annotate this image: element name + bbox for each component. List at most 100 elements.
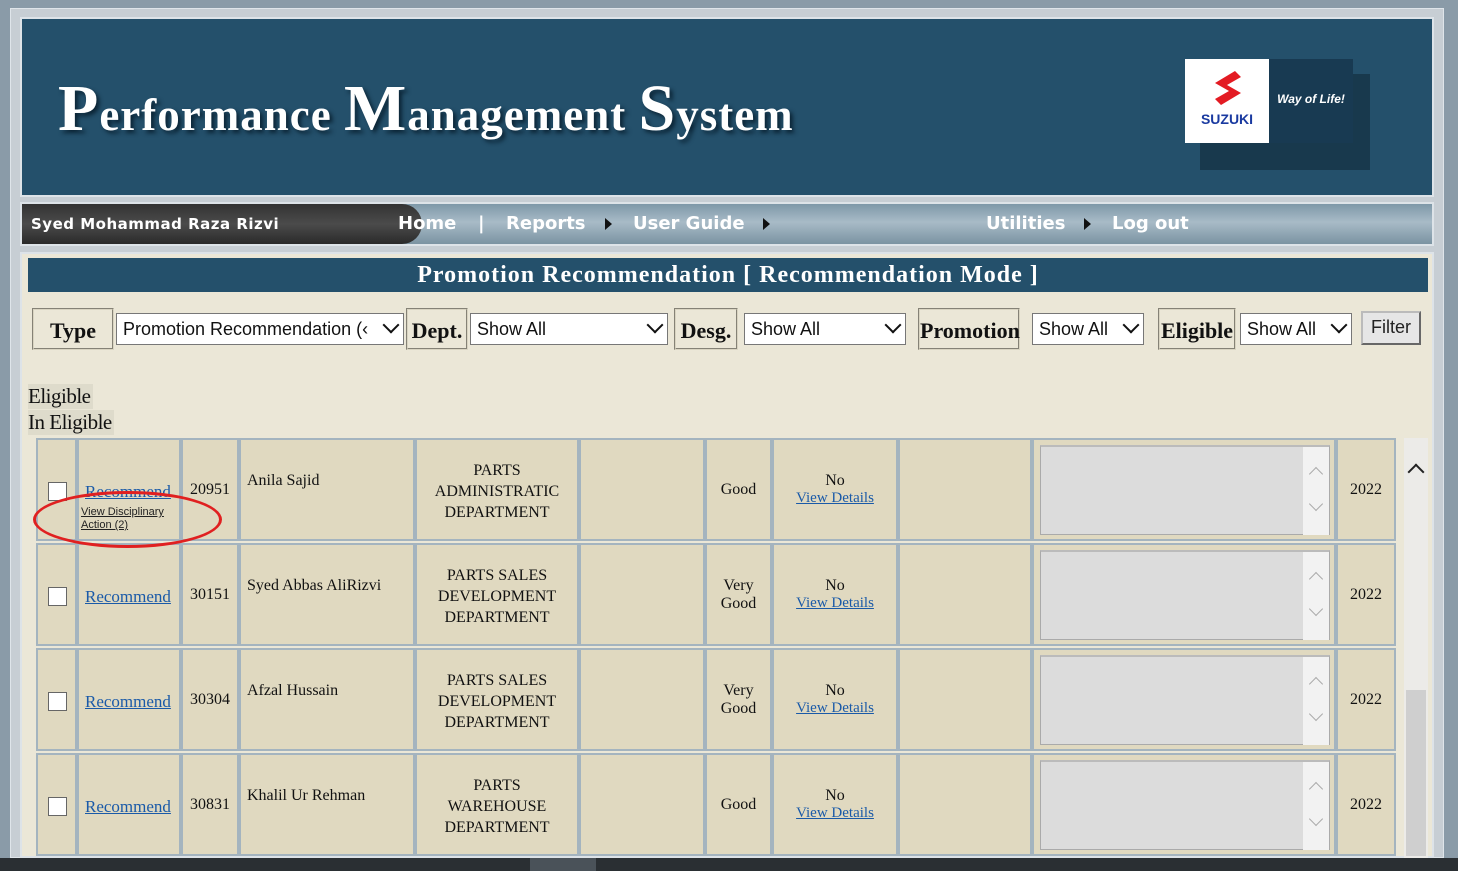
textarea-scrollbar[interactable]: [1303, 657, 1329, 745]
empty-cell: [898, 753, 1032, 856]
chevron-down-icon: [646, 316, 664, 334]
view-details-link[interactable]: View Details: [796, 805, 874, 822]
recommend-link[interactable]: Recommend: [85, 692, 171, 712]
empty-cell: [579, 438, 705, 541]
legend-eligible: Eligible: [28, 384, 93, 409]
empty-cell: [579, 753, 705, 856]
desg-label: Desg.: [674, 308, 738, 350]
nav-utilities[interactable]: Utilities: [986, 204, 1065, 244]
chevron-down-icon: [1330, 316, 1348, 334]
employee-dept: PARTS WAREHOUSE DEPARTMENT: [415, 753, 579, 856]
promotion-select[interactable]: Show All: [1032, 313, 1144, 345]
chevron-up-icon[interactable]: [1407, 463, 1425, 481]
taskbar-item[interactable]: [530, 858, 596, 871]
year: 2022: [1336, 438, 1396, 541]
employee-name: Khalil Ur Rehman: [239, 753, 415, 856]
filter-button[interactable]: Filter: [1361, 311, 1421, 345]
dept-select[interactable]: Show All: [470, 313, 668, 345]
table-row: Recommend 30831 Khalil Ur Rehman PARTS WA…: [36, 753, 1400, 858]
employee-table: Recommend View Disciplinary Action (2) 2…: [36, 438, 1400, 858]
row-checkbox[interactable]: [48, 692, 67, 711]
year: 2022: [1336, 543, 1396, 646]
eligible-label: Eligible: [1158, 308, 1236, 350]
employee-rating: Good: [705, 753, 772, 856]
desg-select[interactable]: Show All: [744, 313, 906, 345]
employee-dept: PARTS SALES DEVELOPMENT DEPARTMENT: [415, 648, 579, 751]
employee-id: 30304: [181, 648, 239, 751]
year: 2022: [1336, 753, 1396, 856]
nav-bar: Syed Mohammad Raza Rizvi Home | Reports …: [20, 202, 1434, 246]
chevron-down-icon: [1122, 316, 1140, 334]
employee-dept: PARTS SALES DEVELOPMENT DEPARTMENT: [415, 543, 579, 646]
user-guide-arrow-icon[interactable]: [763, 218, 770, 230]
remarks-textarea[interactable]: [1040, 445, 1330, 535]
user-name: Syed Mohammad Raza Rizvi: [22, 204, 422, 244]
employee-name: Syed Abbas AliRizvi: [239, 543, 415, 646]
chevron-down-icon: [382, 316, 400, 334]
utilities-arrow-icon[interactable]: [1084, 218, 1091, 230]
chevron-up-icon[interactable]: [1308, 466, 1324, 482]
scrollbar-thumb[interactable]: [1406, 690, 1426, 856]
table-row: Recommend 30304 Afzal Hussain PARTS SALE…: [36, 648, 1400, 753]
remarks-textarea[interactable]: [1040, 760, 1330, 850]
chevron-up-icon[interactable]: [1308, 571, 1324, 587]
dept-label: Dept.: [406, 308, 468, 350]
logo-slogan: Way of Life!: [1269, 59, 1353, 143]
chevron-down-icon[interactable]: [1308, 601, 1324, 617]
textarea-scrollbar[interactable]: [1303, 447, 1329, 535]
chevron-down-icon[interactable]: [1308, 706, 1324, 722]
chevron-up-icon[interactable]: [1308, 781, 1324, 797]
table-row: Recommend 30151 Syed Abbas AliRizvi PART…: [36, 543, 1400, 648]
promotion-status: No View Details: [772, 648, 898, 751]
suzuki-logo: SUZUKI: [1185, 59, 1269, 143]
employee-rating: Very Good: [705, 648, 772, 751]
legend-in-eligible: In Eligible: [28, 410, 114, 435]
promotion-status: No View Details: [772, 753, 898, 856]
employee-rating: Very Good: [705, 543, 772, 646]
employee-name: Anila Sajid: [239, 438, 415, 541]
empty-cell: [898, 648, 1032, 751]
table-row: Recommend View Disciplinary Action (2) 2…: [36, 438, 1400, 543]
logo-brand: SUZUKI: [1200, 111, 1254, 127]
suzuki-s-icon: [1215, 71, 1241, 105]
chevron-down-icon: [884, 316, 902, 334]
employee-id: 30831: [181, 753, 239, 856]
filter-bar: Type Promotion Recommendation (‹ Dept. S…: [28, 308, 1428, 350]
reports-arrow-icon[interactable]: [605, 218, 612, 230]
promotion-label: Promotion: [918, 308, 1020, 350]
highlight-annotation: [33, 491, 222, 548]
recommend-link[interactable]: Recommend: [85, 797, 171, 817]
nav-logout[interactable]: Log out: [1112, 204, 1189, 244]
remarks-textarea[interactable]: [1040, 550, 1330, 640]
row-checkbox[interactable]: [48, 587, 67, 606]
employee-id: 30151: [181, 543, 239, 646]
year: 2022: [1336, 648, 1396, 751]
textarea-scrollbar[interactable]: [1303, 762, 1329, 850]
empty-cell: [579, 543, 705, 646]
remarks-textarea[interactable]: [1040, 655, 1330, 745]
row-checkbox[interactable]: [48, 797, 67, 816]
view-details-link[interactable]: View Details: [796, 700, 874, 717]
eligible-select[interactable]: Show All: [1240, 313, 1352, 345]
type-label: Type: [32, 308, 114, 350]
employee-dept: PARTS ADMINISTRATIC DEPARTMENT: [415, 438, 579, 541]
taskbar: [0, 858, 1458, 871]
main-content: Promotion Recommendation [ Recommendatio…: [20, 252, 1434, 858]
app-title: Performance Management System: [58, 72, 794, 145]
chevron-up-icon[interactable]: [1308, 676, 1324, 692]
nav-home[interactable]: Home: [398, 204, 456, 244]
type-select[interactable]: Promotion Recommendation (‹: [116, 313, 404, 345]
recommend-link[interactable]: Recommend: [85, 587, 171, 607]
chevron-down-icon[interactable]: [1308, 496, 1324, 512]
chevron-down-icon[interactable]: [1308, 811, 1324, 827]
empty-cell: [898, 543, 1032, 646]
empty-cell: [579, 648, 705, 751]
employee-name: Afzal Hussain: [239, 648, 415, 751]
textarea-scrollbar[interactable]: [1303, 552, 1329, 640]
promotion-status: No View Details: [772, 543, 898, 646]
view-details-link[interactable]: View Details: [796, 490, 874, 507]
nav-user-guide[interactable]: User Guide: [633, 204, 745, 244]
view-details-link[interactable]: View Details: [796, 595, 874, 612]
nav-reports[interactable]: Reports: [506, 204, 586, 244]
table-scrollbar[interactable]: [1404, 438, 1428, 858]
